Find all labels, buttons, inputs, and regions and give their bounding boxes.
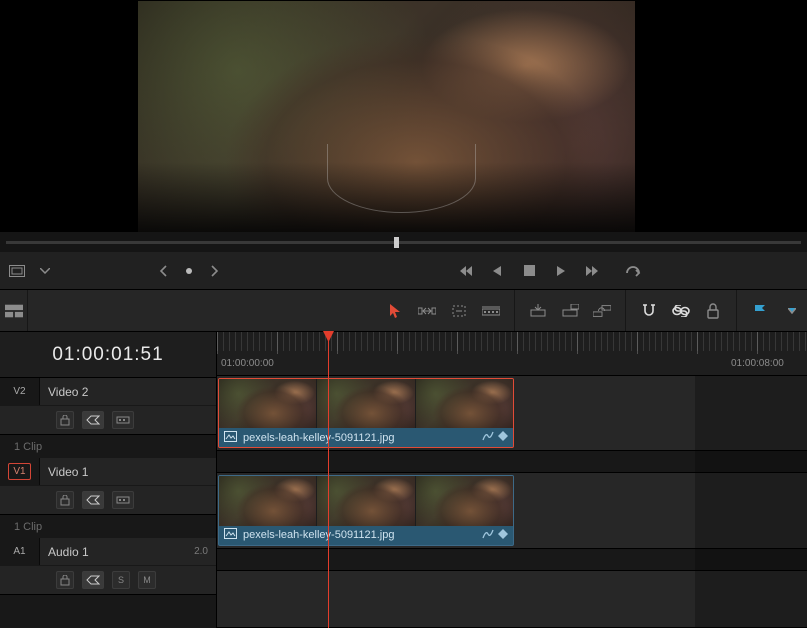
timeline-view-options-button[interactable] [5,302,23,320]
track-header-v1[interactable]: V1 Video 1 [0,458,216,515]
timeline-toolbar [0,290,807,332]
viewer-panel [0,0,807,232]
clip-v2-name: pexels-leah-kelley-5091121.jpg [243,432,476,444]
track-channel-a1: 2.0 [194,546,208,557]
track-clipcount-v1: 1 Clip [0,515,216,538]
track-solo-a1-button[interactable]: S [112,571,130,589]
marker-dropdown-button[interactable] [783,302,801,320]
blade-tool-button[interactable] [482,302,500,320]
pager-next-button[interactable] [206,262,224,280]
clip-v1[interactable]: pexels-leah-kelley-5091121.jpg [218,475,514,545]
clip-v1-thumb [317,476,415,525]
track-lane-a1[interactable] [217,571,807,628]
clip-v2-thumb [317,379,415,428]
clip-v1-thumb [416,476,513,525]
timecode-text: 01:00:01:51 [52,344,163,366]
track-lane-gap-v1 [217,549,807,571]
insert-clip-button[interactable] [529,302,547,320]
track-clipcount-v2: 1 Clip [0,435,216,458]
clip-keyframe-icon[interactable] [498,529,508,542]
track-badge-v2[interactable]: V2 [8,383,30,400]
trim-bar [0,232,807,252]
clip-retime-icon[interactable] [482,529,494,542]
track-auto-select-v2-button[interactable] [82,411,104,429]
track-name-v1[interactable]: Video 1 [48,465,208,479]
go-end-button[interactable] [584,262,602,280]
ruler-tc-b: 01:00:08:00 [731,358,784,369]
timeline-ruler[interactable]: 01:00:00:00 01:00:08:00 [217,332,807,376]
play-button[interactable] [552,262,570,280]
track-auto-select-a1-button[interactable] [82,571,104,589]
clip-type-icon [224,528,237,542]
trim-tool-button[interactable] [418,302,436,320]
track-lock-v1-button[interactable] [56,491,74,509]
clip-type-icon [224,431,237,445]
selection-tool-button[interactable] [386,302,404,320]
edit-tool-group [376,302,510,320]
clip-v1-thumb [219,476,317,525]
clip-v2[interactable]: pexels-leah-kelley-5091121.jpg [218,378,514,448]
trim-handle[interactable] [394,237,399,248]
transport-bar [0,252,807,290]
marker-flag-button[interactable] [751,302,769,320]
snap-button[interactable] [640,302,658,320]
play-reverse-button[interactable] [488,262,506,280]
crop-dropdown-button[interactable] [36,262,54,280]
go-start-button[interactable] [456,262,474,280]
loop-button[interactable] [624,262,642,280]
track-header-a1[interactable]: A1 Audio 1 2.0 S M [0,538,216,595]
clip-v2-thumb [416,379,513,428]
timeline-timecode-display: 01:00:01:51 [0,332,216,378]
track-lane-v2[interactable]: pexels-leah-kelley-5091121.jpg [217,376,807,451]
track-lock-a1-button[interactable] [56,571,74,589]
stop-button[interactable] [520,262,538,280]
track-lane-gap-v2 [217,451,807,473]
viewer-preview-image[interactable] [138,1,635,232]
track-badge-a1[interactable]: A1 [8,543,30,560]
insert-tool-group [519,302,621,320]
link-button[interactable] [672,302,690,320]
overwrite-clip-button[interactable] [561,302,579,320]
track-lane-v1[interactable]: pexels-leah-kelley-5091121.jpg [217,473,807,548]
ruler-tc-a: 01:00:00:00 [221,358,274,369]
playhead[interactable] [328,332,329,628]
track-header-column: 01:00:01:51 V2 Video 2 1 Clip [0,332,217,628]
trim-track[interactable] [6,241,801,244]
clip-v2-thumb [219,379,317,428]
dynamic-trim-tool-button[interactable] [450,302,468,320]
transport-controls [456,262,642,280]
pager [154,262,224,280]
marker-group [741,302,807,320]
track-badge-v1[interactable]: V1 [8,463,30,480]
clip-retime-icon[interactable] [482,431,494,444]
clip-keyframe-icon[interactable] [498,431,508,444]
timeline-panel: 01:00:01:51 V2 Video 2 1 Clip [0,332,807,628]
position-lock-button[interactable] [704,302,722,320]
track-name-a1[interactable]: Audio 1 [48,545,194,559]
clip-v1-name: pexels-leah-kelley-5091121.jpg [243,529,476,541]
track-mute-a1-button[interactable]: M [138,571,156,589]
track-lock-v2-button[interactable] [56,411,74,429]
track-header-v2[interactable]: V2 Video 2 [0,378,216,435]
replace-clip-button[interactable] [593,302,611,320]
track-visible-v2-button[interactable] [112,411,134,429]
track-name-v2[interactable]: Video 2 [48,385,208,399]
track-visible-v1-button[interactable] [112,491,134,509]
link-tool-group [630,302,732,320]
track-auto-select-v1-button[interactable] [82,491,104,509]
pager-prev-button[interactable] [154,262,172,280]
crop-safe-area-button[interactable] [8,262,26,280]
tracks-area[interactable]: 01:00:00:00 01:00:08:00 pexels-leah-kell… [217,332,807,628]
pager-dot [180,262,198,280]
